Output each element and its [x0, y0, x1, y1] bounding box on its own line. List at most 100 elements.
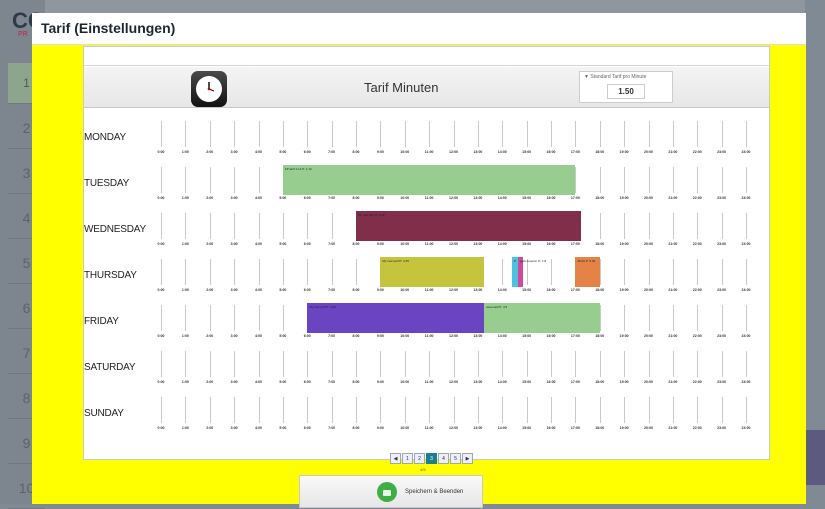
hour-tick	[672, 167, 674, 193]
hour-label: 1:00	[181, 196, 189, 200]
hour-tick	[209, 397, 211, 423]
hour-label: 22:00	[692, 380, 702, 384]
hour-tick	[380, 351, 382, 377]
hour-tick	[161, 259, 162, 285]
hour-label: 7:00	[328, 380, 336, 384]
hour-tick	[161, 397, 162, 423]
hour-tick	[404, 121, 406, 147]
hour-tick	[404, 397, 406, 423]
page-button[interactable]: 3	[426, 453, 437, 464]
hour-tick	[599, 259, 601, 285]
hour-label: 11:00	[424, 196, 434, 200]
hour-tick	[258, 351, 260, 377]
tariff-bar[interactable]: neue tarif P: 4.5	[483, 303, 600, 333]
hour-tick	[697, 213, 699, 239]
page-button[interactable]: ▶	[462, 453, 473, 464]
hour-label: 3:00	[230, 334, 238, 338]
tariff-bar[interactable]: My new tarif P: 2.93	[307, 303, 484, 333]
save-and-close-button[interactable]: Speichern & Beenden	[299, 475, 483, 508]
standard-tariff-input[interactable]: 1.50	[607, 84, 645, 99]
panel-title: Tarif Minuten	[364, 80, 439, 95]
hour-tick	[746, 121, 747, 147]
save-icon	[377, 481, 397, 502]
hour-tick	[697, 397, 699, 423]
tariff-dialog: Tarif (Einstellungen) Tarif Minuten ▼ St…	[32, 13, 806, 508]
tariff-bar[interactable]: 35.00 P: 5.45	[575, 257, 600, 287]
hour-label: 17:00	[570, 150, 580, 154]
hour-label: 8:00	[352, 288, 360, 292]
hour-label: 3:00	[230, 288, 238, 292]
hour-label: 3:00	[230, 380, 238, 384]
hour-tick	[648, 305, 650, 331]
hour-label: 5:00	[279, 426, 287, 430]
tariff-bar[interactable]: gelb teuerstr. P: 1.8	[518, 257, 546, 287]
hour-tick	[258, 259, 260, 285]
hour-tick	[209, 259, 211, 285]
hour-tick	[697, 259, 699, 285]
hour-label: 4:00	[254, 196, 263, 200]
hour-tick	[551, 259, 552, 285]
hour-tick	[624, 397, 626, 423]
background-right-strip	[805, 0, 825, 504]
hour-tick	[209, 213, 211, 239]
page-button[interactable]: 4	[438, 453, 449, 464]
hour-tick	[648, 167, 650, 193]
hour-tick	[721, 259, 723, 285]
hour-tick	[502, 351, 504, 377]
hour-label: 22:00	[692, 288, 702, 292]
hour-tick	[185, 259, 187, 285]
hour-label: 10:00	[400, 380, 410, 384]
page-button[interactable]: ◀	[390, 453, 401, 464]
hour-tick	[161, 213, 162, 239]
page-button[interactable]: 1	[402, 453, 413, 464]
hour-label: 4:00	[254, 242, 263, 246]
hour-label: 1:00	[181, 288, 189, 292]
hour-label: 13:00	[473, 242, 483, 246]
hour-label: 3:00	[230, 426, 238, 430]
hour-tick	[746, 305, 747, 331]
hour-tick	[502, 259, 504, 285]
hour-tick	[526, 351, 528, 377]
hour-tick	[209, 351, 211, 377]
hour-label: 21:00	[668, 380, 678, 384]
hour-label: 1:00	[181, 426, 189, 430]
clock-face	[196, 76, 222, 102]
tariff-bar-label: gelb teuerstr. P: 1.8	[520, 259, 547, 263]
hour-label: 19:00	[619, 288, 629, 292]
hour-tick	[624, 259, 626, 285]
tariff-bar-label: FP-tarif 1.12 P: 1.12	[284, 167, 312, 171]
hour-tick	[721, 397, 723, 423]
hour-label: 4:00	[254, 150, 263, 154]
hour-tick	[624, 351, 626, 377]
hour-label: 6:00	[303, 150, 311, 154]
hour-label: 1:00	[181, 242, 189, 246]
hour-tick	[307, 259, 309, 285]
hour-label: 1:00	[181, 380, 189, 384]
hour-label: 4:00	[254, 334, 263, 338]
hour-label: 2:00	[206, 426, 214, 430]
hour-tick	[380, 397, 382, 423]
hour-label: 17:00	[570, 426, 580, 430]
hour-label: 12:00	[449, 426, 458, 430]
hour-tick	[721, 305, 723, 331]
hour-label: 4:00	[254, 288, 263, 292]
hour-tick	[429, 351, 431, 377]
hour-label: 2:00	[206, 242, 214, 246]
hour-label: 22:00	[692, 426, 702, 430]
tariff-bar[interactable]: My new tarif P: 4.45	[380, 257, 484, 287]
tariff-bar[interactable]: FP-tarif 1.12 P: 1.12	[282, 165, 576, 195]
hour-tick	[331, 121, 333, 147]
hour-label: 24:00	[741, 196, 751, 200]
hour-label: 20:00	[644, 288, 653, 292]
page-button[interactable]: 5	[450, 453, 461, 464]
hour-label: 7:00	[328, 334, 336, 338]
hour-label: 19:00	[619, 196, 629, 200]
hour-label: 0:00	[157, 426, 165, 430]
hour-tick	[599, 121, 601, 147]
hour-tick	[209, 305, 211, 331]
page-button[interactable]: 2	[414, 453, 425, 464]
tariff-bar[interactable]: My new tarif P: 1.12	[356, 211, 582, 241]
pagination: ◀ 1 2 3 4 5 ▶	[390, 453, 473, 466]
hour-label: 24:00	[741, 334, 751, 338]
hour-tick	[380, 121, 382, 147]
